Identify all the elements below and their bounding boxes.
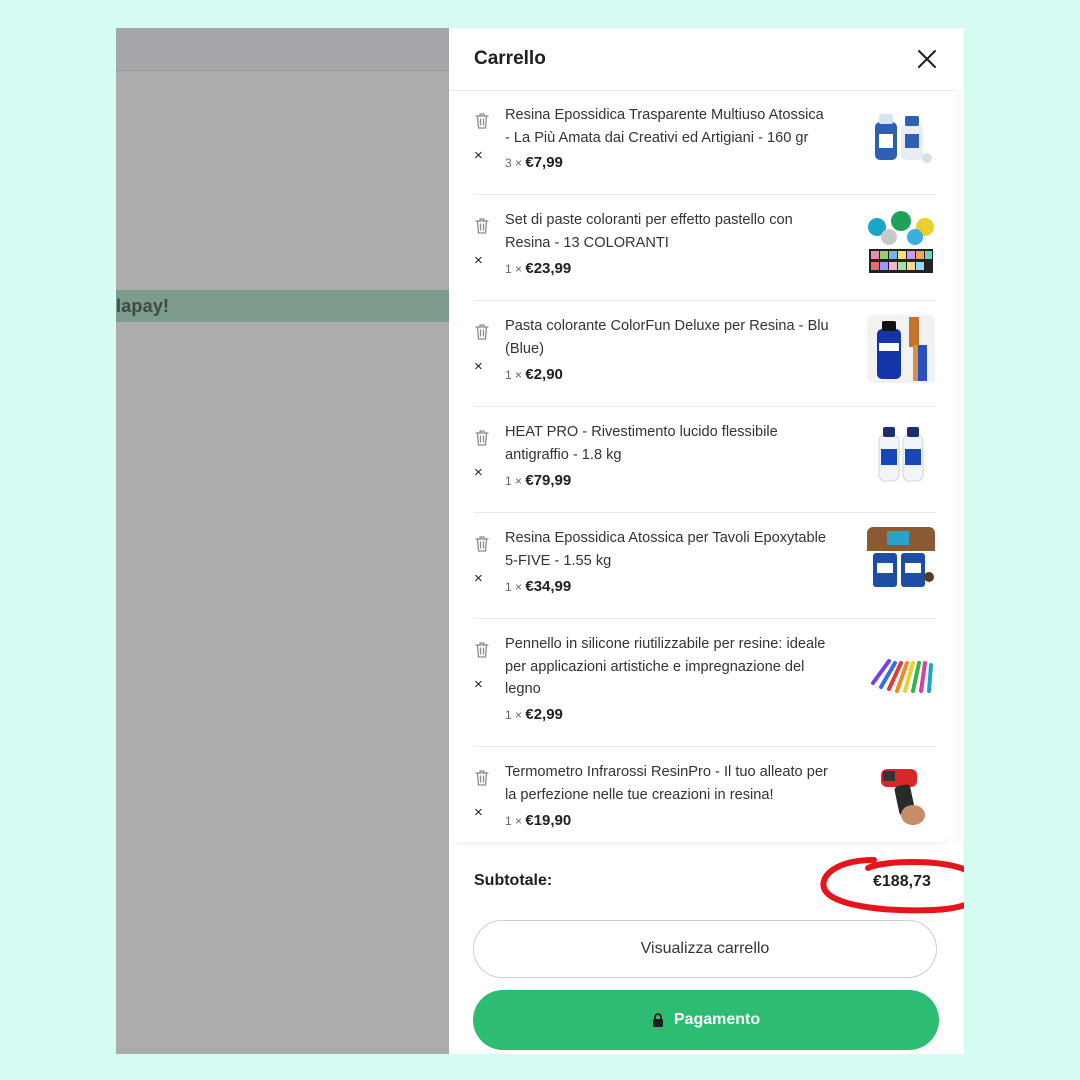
- cart-header: Carrello: [449, 28, 964, 91]
- cart-item: × HEAT PRO - Rivestimento lucido flessib…: [474, 407, 936, 513]
- lock-icon: [652, 1012, 663, 1027]
- item-title[interactable]: HEAT PRO - Rivestimento lucido flessibil…: [505, 421, 830, 466]
- page-overlay[interactable]: lapay!: [116, 28, 449, 1054]
- scrollbar[interactable]: [955, 90, 964, 842]
- trash-icon[interactable]: [474, 429, 490, 447]
- subtotal-label: Subtotale:: [474, 872, 553, 889]
- cart-item: × Resina Epossidica Trasparente Multiuso…: [474, 90, 936, 195]
- item-unit-price: €34,99: [525, 578, 572, 595]
- overlay-banner: lapay!: [116, 290, 449, 322]
- cart-item: × Termometro Infrarossi ResinPro - Il tu…: [474, 747, 936, 842]
- remove-item-button[interactable]: ×: [474, 359, 483, 374]
- remove-item-button[interactable]: ×: [474, 571, 483, 586]
- item-unit-price: €23,99: [525, 260, 572, 277]
- trash-icon[interactable]: [474, 641, 490, 659]
- remove-item-button[interactable]: ×: [474, 805, 483, 820]
- item-quantity: 3 ×: [505, 156, 526, 170]
- cart-drawer: Carrello × Resina Epossidica Trasparente…: [449, 28, 964, 1054]
- item-price: 1 × €79,99: [505, 472, 571, 489]
- cart-item: × Resina Epossidica Atossica per Tavoli …: [474, 513, 936, 619]
- colorfun-bottle-image: [867, 315, 935, 383]
- item-price: 1 × €23,99: [505, 260, 571, 277]
- close-icon: [918, 50, 936, 68]
- item-title[interactable]: Resina Epossidica Trasparente Multiuso A…: [505, 104, 830, 149]
- item-price: 1 × €2,90: [505, 366, 563, 383]
- item-unit-price: €2,90: [525, 366, 563, 383]
- product-thumbnail[interactable]: [867, 527, 935, 595]
- resin-bottles-image: [875, 114, 932, 163]
- item-quantity: 1 ×: [505, 814, 526, 828]
- product-thumbnail[interactable]: [867, 209, 935, 277]
- item-quantity: 1 ×: [505, 580, 526, 594]
- cart-item: × Pasta colorante ColorFun Deluxe per Re…: [474, 301, 936, 407]
- subtotal-value: €188,73: [873, 873, 931, 890]
- product-thumbnail[interactable]: [867, 761, 935, 829]
- view-cart-button[interactable]: Visualizza carrello: [473, 920, 937, 978]
- item-quantity: 1 ×: [505, 368, 526, 382]
- trash-icon[interactable]: [474, 217, 490, 235]
- colorant-set-image: [868, 211, 934, 273]
- epoxytable-kit-image: [867, 527, 935, 587]
- overlay-top-bar: [116, 28, 449, 71]
- product-thumbnail[interactable]: [867, 104, 935, 172]
- item-price: 1 × €19,90: [505, 812, 571, 829]
- checkout-button[interactable]: Pagamento: [473, 990, 939, 1050]
- overlay-banner-text: lapay!: [116, 296, 170, 316]
- item-price: 1 × €34,99: [505, 578, 571, 595]
- cart-item: × Pennello in silicone riutilizzabile pe…: [474, 619, 936, 747]
- close-button[interactable]: [915, 47, 939, 71]
- item-unit-price: €19,90: [525, 812, 572, 829]
- cart-item: × Set di paste coloranti per effetto pas…: [474, 195, 936, 301]
- item-price: 3 × €7,99: [505, 154, 563, 171]
- item-title[interactable]: Termometro Infrarossi ResinPro - Il tuo …: [505, 761, 830, 806]
- remove-item-button[interactable]: ×: [474, 148, 483, 163]
- view-cart-label: Visualizza carrello: [640, 940, 770, 957]
- trash-icon[interactable]: [474, 323, 490, 341]
- item-title[interactable]: Resina Epossidica Atossica per Tavoli Ep…: [505, 527, 830, 572]
- screenshot: lapay! Carrello × Resina Epossidica Tras…: [116, 28, 964, 1054]
- item-unit-price: €2,99: [525, 706, 563, 723]
- item-unit-price: €79,99: [525, 472, 572, 489]
- silicone-brushes-image: [871, 659, 933, 693]
- item-title[interactable]: Set di paste coloranti per effetto paste…: [505, 209, 830, 254]
- trash-icon[interactable]: [474, 112, 490, 130]
- item-price: 1 × €2,99: [505, 706, 563, 723]
- trash-icon[interactable]: [474, 535, 490, 553]
- item-quantity: 1 ×: [505, 262, 526, 276]
- product-thumbnail[interactable]: [867, 315, 935, 383]
- infrared-thermometer-image: [881, 769, 925, 825]
- checkout-label: Pagamento: [673, 1011, 761, 1028]
- item-title[interactable]: Pennello in silicone riutilizzabile per …: [505, 633, 830, 701]
- product-thumbnail[interactable]: [867, 421, 935, 489]
- cart-title: Carrello: [474, 48, 546, 69]
- cart-items-list[interactable]: × Resina Epossidica Trasparente Multiuso…: [449, 90, 955, 842]
- trash-icon[interactable]: [474, 769, 490, 787]
- item-quantity: 1 ×: [505, 708, 526, 722]
- product-thumbnail[interactable]: [867, 643, 935, 711]
- remove-item-button[interactable]: ×: [474, 677, 483, 692]
- item-unit-price: €7,99: [525, 154, 563, 171]
- item-quantity: 1 ×: [505, 474, 526, 488]
- remove-item-button[interactable]: ×: [474, 465, 483, 480]
- heat-pro-bottles-image: [878, 427, 924, 482]
- remove-item-button[interactable]: ×: [474, 253, 483, 268]
- item-title[interactable]: Pasta colorante ColorFun Deluxe per Resi…: [505, 315, 830, 360]
